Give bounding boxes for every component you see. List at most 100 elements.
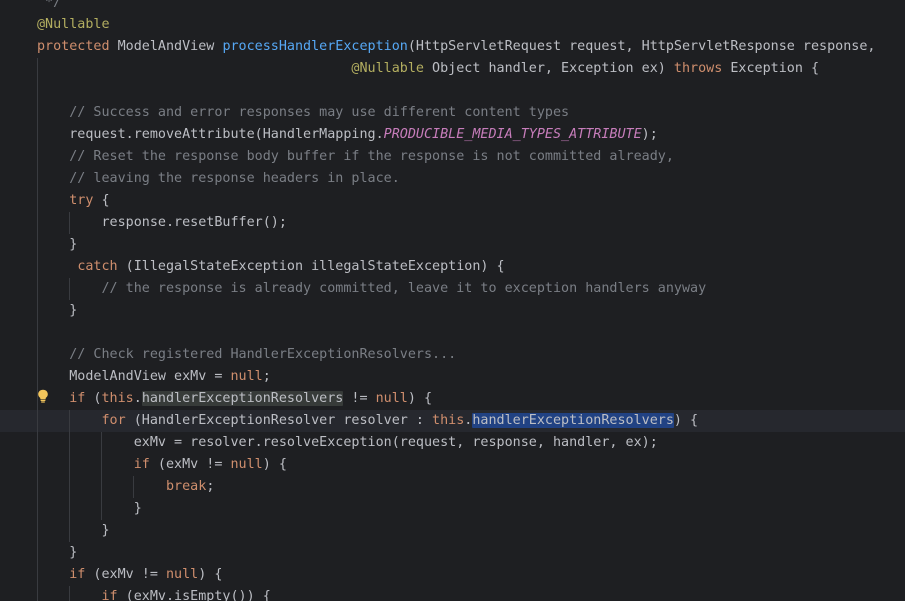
code-line[interactable]: break; <box>0 476 905 498</box>
code-line[interactable]: // Success and error responses may use d… <box>0 102 905 124</box>
indent-guide <box>101 432 102 520</box>
code-token: ( <box>85 391 102 406</box>
code-line[interactable] <box>0 322 905 344</box>
code-token: ; <box>262 369 271 384</box>
code-token: @Nullable <box>37 17 110 32</box>
code-line[interactable]: request.removeAttribute(HandlerMapping.P… <box>0 124 905 146</box>
code-token: ) { <box>262 457 287 472</box>
indent-guide <box>37 58 38 601</box>
code-token: ; <box>206 479 215 494</box>
code-line-text: response.resetBuffer(); <box>37 212 287 234</box>
code-line-text: exMv = resolver.resolveException(request… <box>37 432 658 454</box>
code-line-text: request.removeAttribute(HandlerMapping.P… <box>37 124 658 146</box>
code-line[interactable]: // the response is already committed, le… <box>0 278 905 300</box>
code-token: protected <box>37 39 110 54</box>
code-line-text: // Reset the response body buffer if the… <box>37 146 674 168</box>
lightbulb-icon[interactable] <box>37 389 49 403</box>
code-line[interactable]: if (exMv.isEmpty()) { <box>0 586 905 601</box>
code-token: ) { <box>198 567 223 582</box>
code-editor[interactable]: */ @Nullable protected ModelAndView proces… <box>0 0 905 601</box>
code-line[interactable]: // Check registered HandlerExceptionReso… <box>0 344 905 366</box>
code-token: // leaving the response headers in place… <box>69 171 400 186</box>
code-token: handlerExceptionResolvers <box>472 413 674 428</box>
code-line[interactable] <box>0 80 905 102</box>
code-line[interactable]: } <box>0 542 905 564</box>
code-token: for <box>101 413 126 428</box>
code-token: try <box>69 193 94 208</box>
indent-guide <box>69 212 70 234</box>
indent-guide <box>69 410 70 542</box>
code-token: request.removeAttribute(HandlerMapping. <box>37 127 384 142</box>
code-line-text: } <box>37 520 110 542</box>
code-token: if <box>69 567 86 582</box>
code-token: if <box>133 457 150 472</box>
code-line[interactable]: } <box>0 234 905 256</box>
code-line-text: if (exMv.isEmpty()) { <box>37 586 271 601</box>
code-line[interactable]: // Reset the response body buffer if the… <box>0 146 905 168</box>
code-token: } <box>37 501 142 516</box>
code-token: handlerExceptionResolvers <box>141 391 344 406</box>
code-line-text: // Check registered HandlerExceptionReso… <box>37 344 456 366</box>
code-line[interactable]: exMv = resolver.resolveException(request… <box>0 432 905 454</box>
code-line-text: catch (IllegalStateException illegalStat… <box>37 256 505 278</box>
code-token: . <box>133 391 142 406</box>
code-line[interactable]: catch (IllegalStateException illegalStat… <box>0 256 905 278</box>
code-line[interactable]: protected ModelAndView processHandlerExc… <box>0 36 905 58</box>
code-token: this <box>432 413 465 428</box>
code-line-text: @Nullable Object handler, Exception ex) … <box>37 58 819 80</box>
code-line[interactable]: } <box>0 300 905 322</box>
code-line[interactable]: } <box>0 498 905 520</box>
code-token: Exception { <box>722 61 820 76</box>
code-token: (exMv != <box>85 567 166 582</box>
code-line-text: @Nullable <box>37 14 110 36</box>
code-line-text: } <box>37 498 142 520</box>
indent-guide <box>133 476 134 498</box>
code-token: (IllegalStateException illegalStateExcep… <box>117 259 505 274</box>
code-line[interactable]: for (HandlerExceptionResolver resolver :… <box>0 410 905 432</box>
code-line[interactable]: */ <box>0 0 905 14</box>
code-line[interactable]: try { <box>0 190 905 212</box>
code-token: // Success and error responses may use d… <box>69 105 570 120</box>
code-line-text: ModelAndView exMv = null; <box>37 366 271 388</box>
code-token: processHandlerException <box>222 39 408 54</box>
code-token: break <box>166 479 207 494</box>
code-token: // Check registered HandlerExceptionReso… <box>69 347 457 362</box>
code-line-text: if (exMv != null) { <box>37 454 287 476</box>
code-line[interactable]: if (exMv != null) { <box>0 454 905 476</box>
code-line[interactable]: @Nullable Object handler, Exception ex) … <box>0 58 905 80</box>
code-line-text: if (this.handlerExceptionResolvers != nu… <box>37 388 432 410</box>
indent-guide <box>69 586 70 601</box>
code-token: } <box>37 237 78 252</box>
code-line-text: for (HandlerExceptionResolver resolver :… <box>37 410 698 432</box>
code-line-text: } <box>37 234 77 256</box>
code-token: } <box>37 523 110 538</box>
code-line[interactable]: @Nullable <box>0 14 905 36</box>
code-token: != <box>343 391 376 406</box>
code-token: response.resetBuffer(); <box>37 215 287 230</box>
code-line[interactable]: response.resetBuffer(); <box>0 212 905 234</box>
code-token: (HandlerExceptionResolver resolver : <box>125 413 433 428</box>
code-token: (exMv.isEmpty()) { <box>117 589 271 601</box>
code-line[interactable]: ModelAndView exMv = null; <box>0 366 905 388</box>
code-line[interactable]: if (exMv != null) { <box>0 564 905 586</box>
code-line-text: try { <box>37 190 109 212</box>
code-token: throws <box>673 61 723 76</box>
code-token: (exMv != <box>149 457 231 472</box>
code-token: */ <box>37 0 62 10</box>
code-token: null <box>166 567 199 582</box>
code-line-text: protected ModelAndView processHandlerExc… <box>37 36 875 58</box>
code-line-text: } <box>37 300 77 322</box>
code-line-text: // Success and error responses may use d… <box>37 102 569 124</box>
code-line[interactable]: if (this.handlerExceptionResolvers != nu… <box>0 388 905 410</box>
code-line[interactable]: // leaving the response headers in place… <box>0 168 905 190</box>
code-line[interactable]: } <box>0 520 905 542</box>
code-line-text: // the response is already committed, le… <box>37 278 707 300</box>
